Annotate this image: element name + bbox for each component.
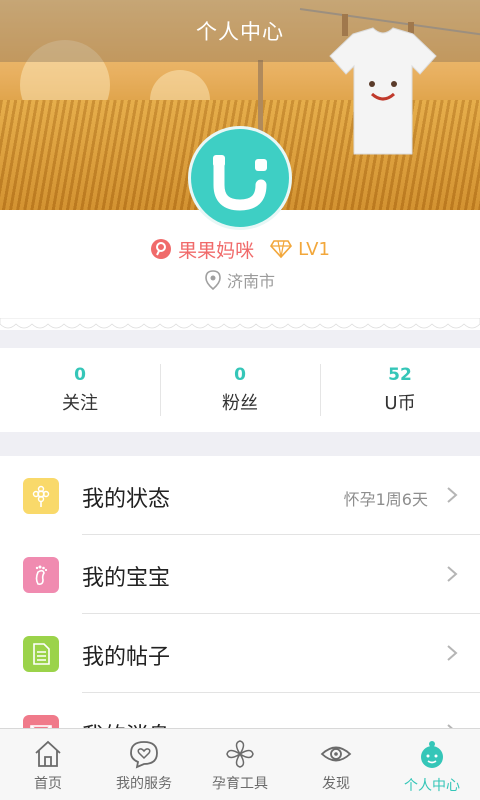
heart-bubble-icon — [130, 741, 158, 769]
tab-my-services[interactable]: 我的服务 — [96, 729, 192, 800]
bottom-tab-bar: 首页 我的服务 孕育工具 发现 个人中心 — [0, 728, 480, 800]
avatar[interactable] — [188, 126, 292, 230]
footprint-icon — [23, 557, 59, 593]
tab-label: 首页 — [34, 776, 62, 792]
flower-icon — [23, 478, 59, 514]
stat-label: 关注 — [62, 393, 98, 414]
stat-label: U币 — [384, 393, 416, 414]
stat-u-coins[interactable]: 52 U币 — [320, 348, 480, 432]
home-icon — [35, 740, 61, 767]
menu-item-label: 我的宝宝 — [82, 566, 171, 591]
document-icon — [23, 636, 59, 672]
petals-icon — [226, 740, 254, 768]
level-badge: LV1 — [298, 238, 330, 260]
tab-label: 我的服务 — [116, 776, 172, 792]
menu-item-my-baby[interactable]: 我的宝宝 — [0, 535, 480, 614]
menu-item-my-status[interactable]: 我的状态 怀孕1周6天 — [0, 456, 480, 535]
location-text: 济南市 — [226, 272, 275, 291]
tab-profile[interactable]: 个人中心 — [384, 729, 480, 800]
app-logo-icon — [213, 155, 267, 211]
location-row: 济南市 — [0, 268, 480, 292]
menu-item-my-posts[interactable]: 我的帖子 — [0, 614, 480, 693]
tab-home[interactable]: 首页 — [0, 729, 96, 800]
chevron-right-icon — [447, 645, 458, 661]
menu-item-label: 我的帖子 — [82, 645, 171, 670]
tab-label: 孕育工具 — [212, 776, 268, 792]
nickname: 果果妈咪 — [178, 239, 255, 262]
stat-value: 0 — [234, 365, 246, 385]
baby-face-icon — [421, 741, 443, 768]
stat-following[interactable]: 0 关注 — [0, 348, 160, 432]
stat-value: 0 — [74, 365, 86, 385]
nickname-row: 果果妈咪 LV1 — [0, 236, 480, 262]
scalloped-edge — [0, 318, 480, 329]
chevron-right-icon — [447, 566, 458, 582]
menu-list: 我的状态 怀孕1周6天 我的宝宝 我的帖子 — [0, 456, 480, 772]
chevron-right-icon — [447, 487, 458, 503]
pregnancy-week-text: 怀孕1周6天 — [343, 490, 428, 509]
page-title: 个人中心 — [196, 20, 284, 44]
mom-badge-icon — [151, 239, 172, 259]
eye-icon — [320, 746, 352, 762]
tab-parenting-tools[interactable]: 孕育工具 — [192, 729, 288, 800]
stat-label: 粉丝 — [222, 393, 258, 414]
diamond-icon — [270, 240, 293, 259]
stats-bar: 0 关注 0 粉丝 52 U币 — [0, 348, 480, 432]
tab-label: 个人中心 — [404, 778, 460, 794]
menu-item-label: 我的状态 — [82, 487, 171, 512]
location-pin-icon — [205, 270, 221, 290]
tab-label: 发现 — [322, 776, 350, 792]
stat-followers[interactable]: 0 粉丝 — [160, 348, 320, 432]
stat-value: 52 — [388, 365, 412, 385]
tab-discover[interactable]: 发现 — [288, 729, 384, 800]
